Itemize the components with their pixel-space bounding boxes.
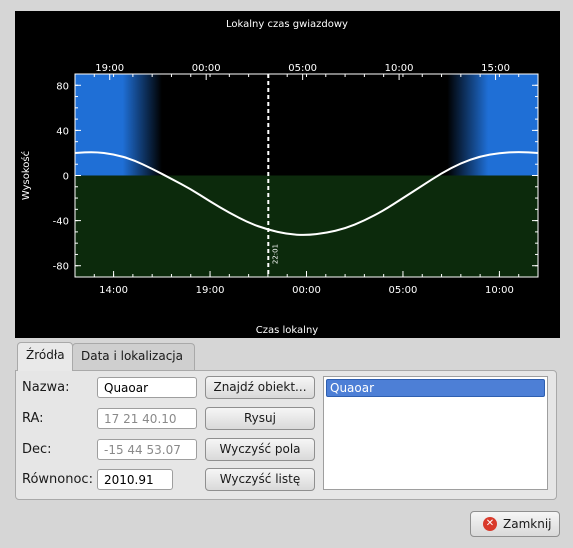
y-tick-label: -40 (53, 217, 69, 228)
list-item[interactable]: Quaoar (326, 379, 545, 397)
top-tick-label: 19:00 (95, 63, 124, 74)
object-list[interactable]: Quaoar (323, 376, 548, 490)
top-tick-label: 15:00 (481, 63, 510, 74)
ra-label: RA: (22, 411, 44, 426)
dec-input[interactable] (97, 439, 197, 460)
epoch-input[interactable] (97, 469, 173, 490)
y-tick-label: 0 (63, 172, 69, 183)
chart-title: Lokalny czas gwiazdowy (226, 19, 348, 30)
x-tick-label: 05:00 (389, 285, 418, 296)
below-horizon-region (75, 175, 538, 277)
dec-label: Dec: (22, 442, 52, 457)
altitude-chart: Lokalny czas gwiazdowy Czas lokalny Wysoko… (20, 19, 539, 336)
current-time-label: 22:01 (271, 244, 279, 264)
y-axis-label: Wysokość (20, 151, 32, 200)
top-tick-label: 00:00 (192, 63, 221, 74)
daylight-left-region (75, 74, 162, 176)
tab-sources-label: Źródła (26, 348, 65, 362)
find-object-button[interactable]: Znajdź obiekt... (205, 376, 315, 399)
y-tick-label: 80 (56, 81, 69, 92)
name-label: Nazwa: (22, 380, 70, 395)
ra-input[interactable] (97, 408, 197, 429)
x-tick-label: 00:00 (292, 285, 321, 296)
close-icon: ✕ (483, 517, 497, 531)
x-axis-label: Czas lokalny (256, 325, 319, 336)
clear-list-button[interactable]: Wyczyść listę (205, 468, 315, 491)
tab-date-location[interactable]: Data i lokalizacja (72, 343, 195, 370)
tab-date-location-label: Data i lokalizacja (81, 349, 183, 363)
sources-tab-panel: Nazwa: RA: Dec: Równonoc: Znajdź obiekt.… (15, 370, 557, 500)
tab-sources[interactable]: Źródła (17, 342, 73, 371)
close-button-label: Zamknij (503, 517, 552, 531)
daylight-right-region (447, 74, 538, 176)
plot-button[interactable]: Rysuj (205, 407, 315, 430)
x-tick-label: 10:00 (485, 285, 514, 296)
x-tick-label: 14:00 (99, 285, 128, 296)
y-tick-label: -80 (53, 262, 69, 273)
x-tick-label: 19:00 (196, 285, 225, 296)
top-tick-label: 10:00 (385, 63, 414, 74)
altitude-plot-panel: Lokalny czas gwiazdowy Czas lokalny Wysoko… (15, 11, 560, 338)
epoch-label: Równonoc: (22, 472, 93, 487)
y-tick-label: 40 (56, 126, 69, 137)
clear-fields-button[interactable]: Wyczyść pola (205, 438, 315, 461)
top-tick-label: 05:00 (288, 63, 317, 74)
name-input[interactable] (97, 377, 197, 398)
close-button[interactable]: ✕ Zamknij (470, 511, 560, 537)
